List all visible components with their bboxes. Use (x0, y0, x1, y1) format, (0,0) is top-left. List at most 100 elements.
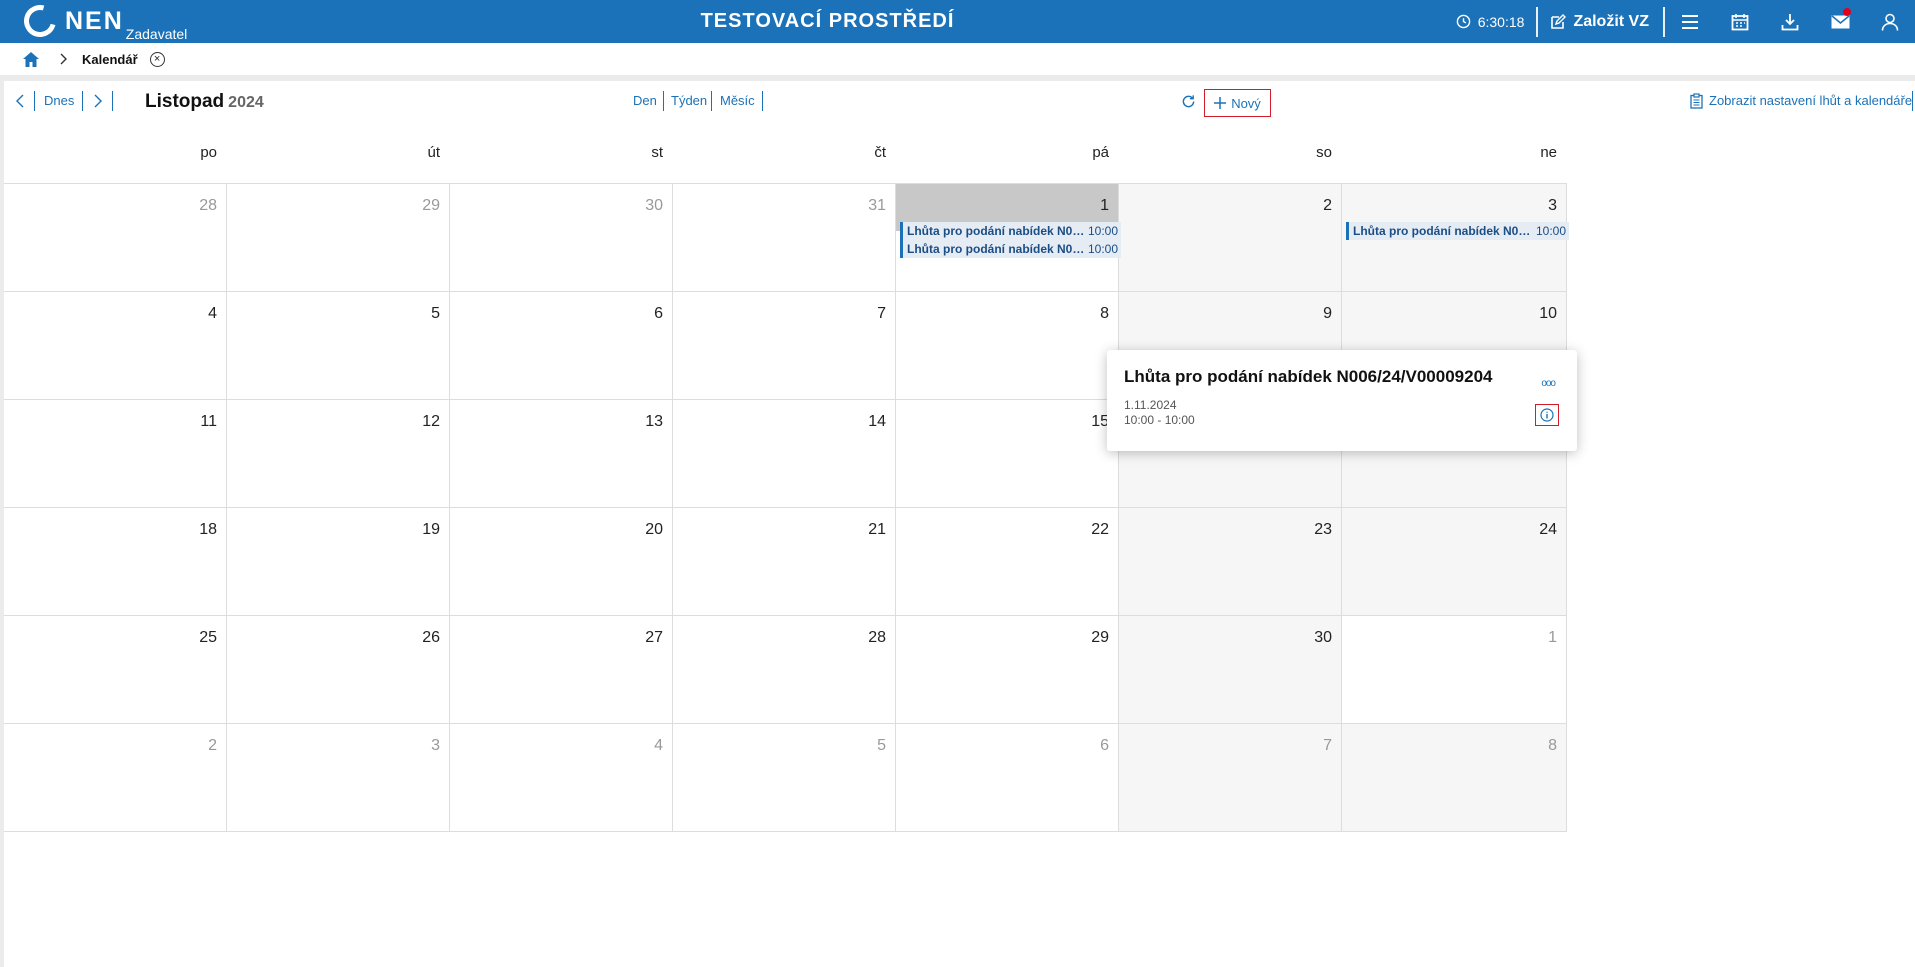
day-cell[interactable]: 3 (227, 724, 450, 832)
day-number: 1 (1548, 629, 1557, 646)
day-number: 22 (1091, 521, 1109, 538)
day-cell[interactable]: 6 (896, 724, 1119, 832)
day-number: 4 (654, 737, 663, 754)
menu-button[interactable] (1665, 0, 1715, 43)
day-cell[interactable]: 24 (1342, 508, 1567, 616)
view-month-tab[interactable]: Měsíc (720, 93, 755, 108)
day-cell[interactable]: 11 (4, 400, 227, 508)
day-cell[interactable]: 8 (1342, 724, 1567, 832)
event-title: Lhůta pro podání nabídek N006/24/V000092… (907, 242, 1086, 256)
day-number: 5 (431, 305, 440, 322)
day-cell[interactable]: 15 (896, 400, 1119, 508)
year-label: 2024 (228, 94, 264, 111)
day-number: 2 (1323, 197, 1332, 214)
deadline-settings-link[interactable]: Zobrazit nastavení lhůt a kalendáře (1709, 93, 1912, 108)
day-cell[interactable]: 18 (4, 508, 227, 616)
top-bar-actions: 6:30:18 Založit VZ (1444, 0, 1915, 43)
day-number: 3 (1548, 197, 1557, 214)
refresh-icon[interactable] (1181, 94, 1196, 109)
day-number: 7 (1323, 737, 1332, 754)
day-cell[interactable]: 27 (450, 616, 673, 724)
day-cell[interactable]: 19 (227, 508, 450, 616)
day-cell[interactable]: 12 (227, 400, 450, 508)
day-cell[interactable]: 29 (227, 184, 450, 292)
day-cell[interactable]: 26 (227, 616, 450, 724)
day-number: 7 (877, 305, 886, 322)
calendar-button[interactable] (1715, 0, 1765, 43)
close-tab-icon[interactable]: × (149, 51, 165, 67)
event-time: 10:00 (1087, 224, 1118, 238)
day-cell[interactable]: 29 (896, 616, 1119, 724)
month-name: Listopad (145, 91, 225, 112)
day-cell[interactable]: 5 (673, 724, 896, 832)
day-cell[interactable]: 22 (896, 508, 1119, 616)
weekday-header: st (450, 121, 673, 184)
calendar-event[interactable]: Lhůta pro podání nabídek N006/24/V000092… (900, 240, 1121, 258)
day-cell[interactable]: 23 (1119, 508, 1342, 616)
calendar-event[interactable]: Lhůta pro podání nabídek N006/24/V000092… (1346, 222, 1569, 240)
weekday-header: čt (673, 121, 896, 184)
timer-value: 6:30:18 (1477, 13, 1525, 30)
day-cell[interactable]: 21 (673, 508, 896, 616)
day-cell[interactable]: 30 (450, 184, 673, 292)
calendar-panel: Dnes Listopad 2024 Den Týden Měsíc Nový Z… (4, 81, 1915, 967)
menu-icon (1682, 14, 1698, 29)
day-number: 1 (1100, 197, 1109, 214)
view-day-tab[interactable]: Den (633, 93, 657, 108)
user-button[interactable] (1865, 0, 1915, 43)
day-number: 28 (199, 197, 217, 214)
day-cell[interactable]: 2 (1119, 184, 1342, 292)
day-number: 8 (1100, 305, 1109, 322)
calendar-toolbar: Dnes Listopad 2024 Den Týden Měsíc Nový Z… (4, 81, 1915, 121)
breadcrumb-current[interactable]: Kalendář (82, 52, 138, 67)
calendar-event[interactable]: Lhůta pro podání nabídek N006/24/V000092… (900, 222, 1121, 240)
divider (762, 91, 763, 111)
day-cell[interactable]: 7 (673, 292, 896, 400)
day-cell[interactable]: 1 (1342, 616, 1567, 724)
day-cell[interactable]: 14 (673, 400, 896, 508)
new-event-button[interactable]: Nový (1204, 89, 1271, 117)
day-cell[interactable]: 28 (4, 184, 227, 292)
day-number: 30 (1314, 629, 1332, 646)
divider (711, 91, 712, 111)
home-icon[interactable] (22, 51, 40, 68)
day-cell[interactable]: 25 (4, 616, 227, 724)
environment-title: TESTOVACÍ PROSTŘEDÍ (700, 10, 955, 32)
day-cell[interactable]: 5 (227, 292, 450, 400)
day-number: 21 (868, 521, 886, 538)
day-number: 2 (208, 737, 217, 754)
event-title: Lhůta pro podání nabídek N006/24/V000092… (907, 224, 1086, 238)
day-cell[interactable]: 7 (1119, 724, 1342, 832)
mail-icon (1831, 14, 1849, 28)
day-number: 6 (654, 305, 663, 322)
mail-button[interactable] (1815, 0, 1865, 43)
day-number: 19 (422, 521, 440, 538)
day-cell[interactable]: 6 (450, 292, 673, 400)
day-number: 30 (645, 197, 663, 214)
day-number: 29 (1091, 629, 1109, 646)
day-cell[interactable]: 20 (450, 508, 673, 616)
chevron-left-icon[interactable] (15, 94, 25, 108)
today-button[interactable]: Dnes (44, 93, 74, 108)
day-cell[interactable]: 28 (673, 616, 896, 724)
day-cell[interactable]: 2 (4, 724, 227, 832)
day-cell[interactable]: 31 (673, 184, 896, 292)
info-button[interactable] (1535, 404, 1559, 426)
event-time: 10:00 (1535, 224, 1566, 238)
day-cell[interactable]: 4 (450, 724, 673, 832)
day-number: 14 (868, 413, 886, 430)
chevron-right-icon[interactable] (93, 94, 103, 108)
divider (112, 91, 113, 111)
day-number: 29 (422, 197, 440, 214)
view-week-tab[interactable]: Týden (671, 93, 707, 108)
day-number: 18 (199, 521, 217, 538)
create-vz-button[interactable]: Založit VZ (1538, 13, 1663, 31)
day-number: 27 (645, 629, 663, 646)
day-cell[interactable]: 8 (896, 292, 1119, 400)
more-options-icon[interactable]: ooo (1541, 378, 1556, 389)
download-button[interactable] (1765, 0, 1815, 43)
day-cell[interactable]: 13 (450, 400, 673, 508)
day-number: 11 (200, 413, 217, 430)
day-cell[interactable]: 4 (4, 292, 227, 400)
day-cell[interactable]: 30 (1119, 616, 1342, 724)
